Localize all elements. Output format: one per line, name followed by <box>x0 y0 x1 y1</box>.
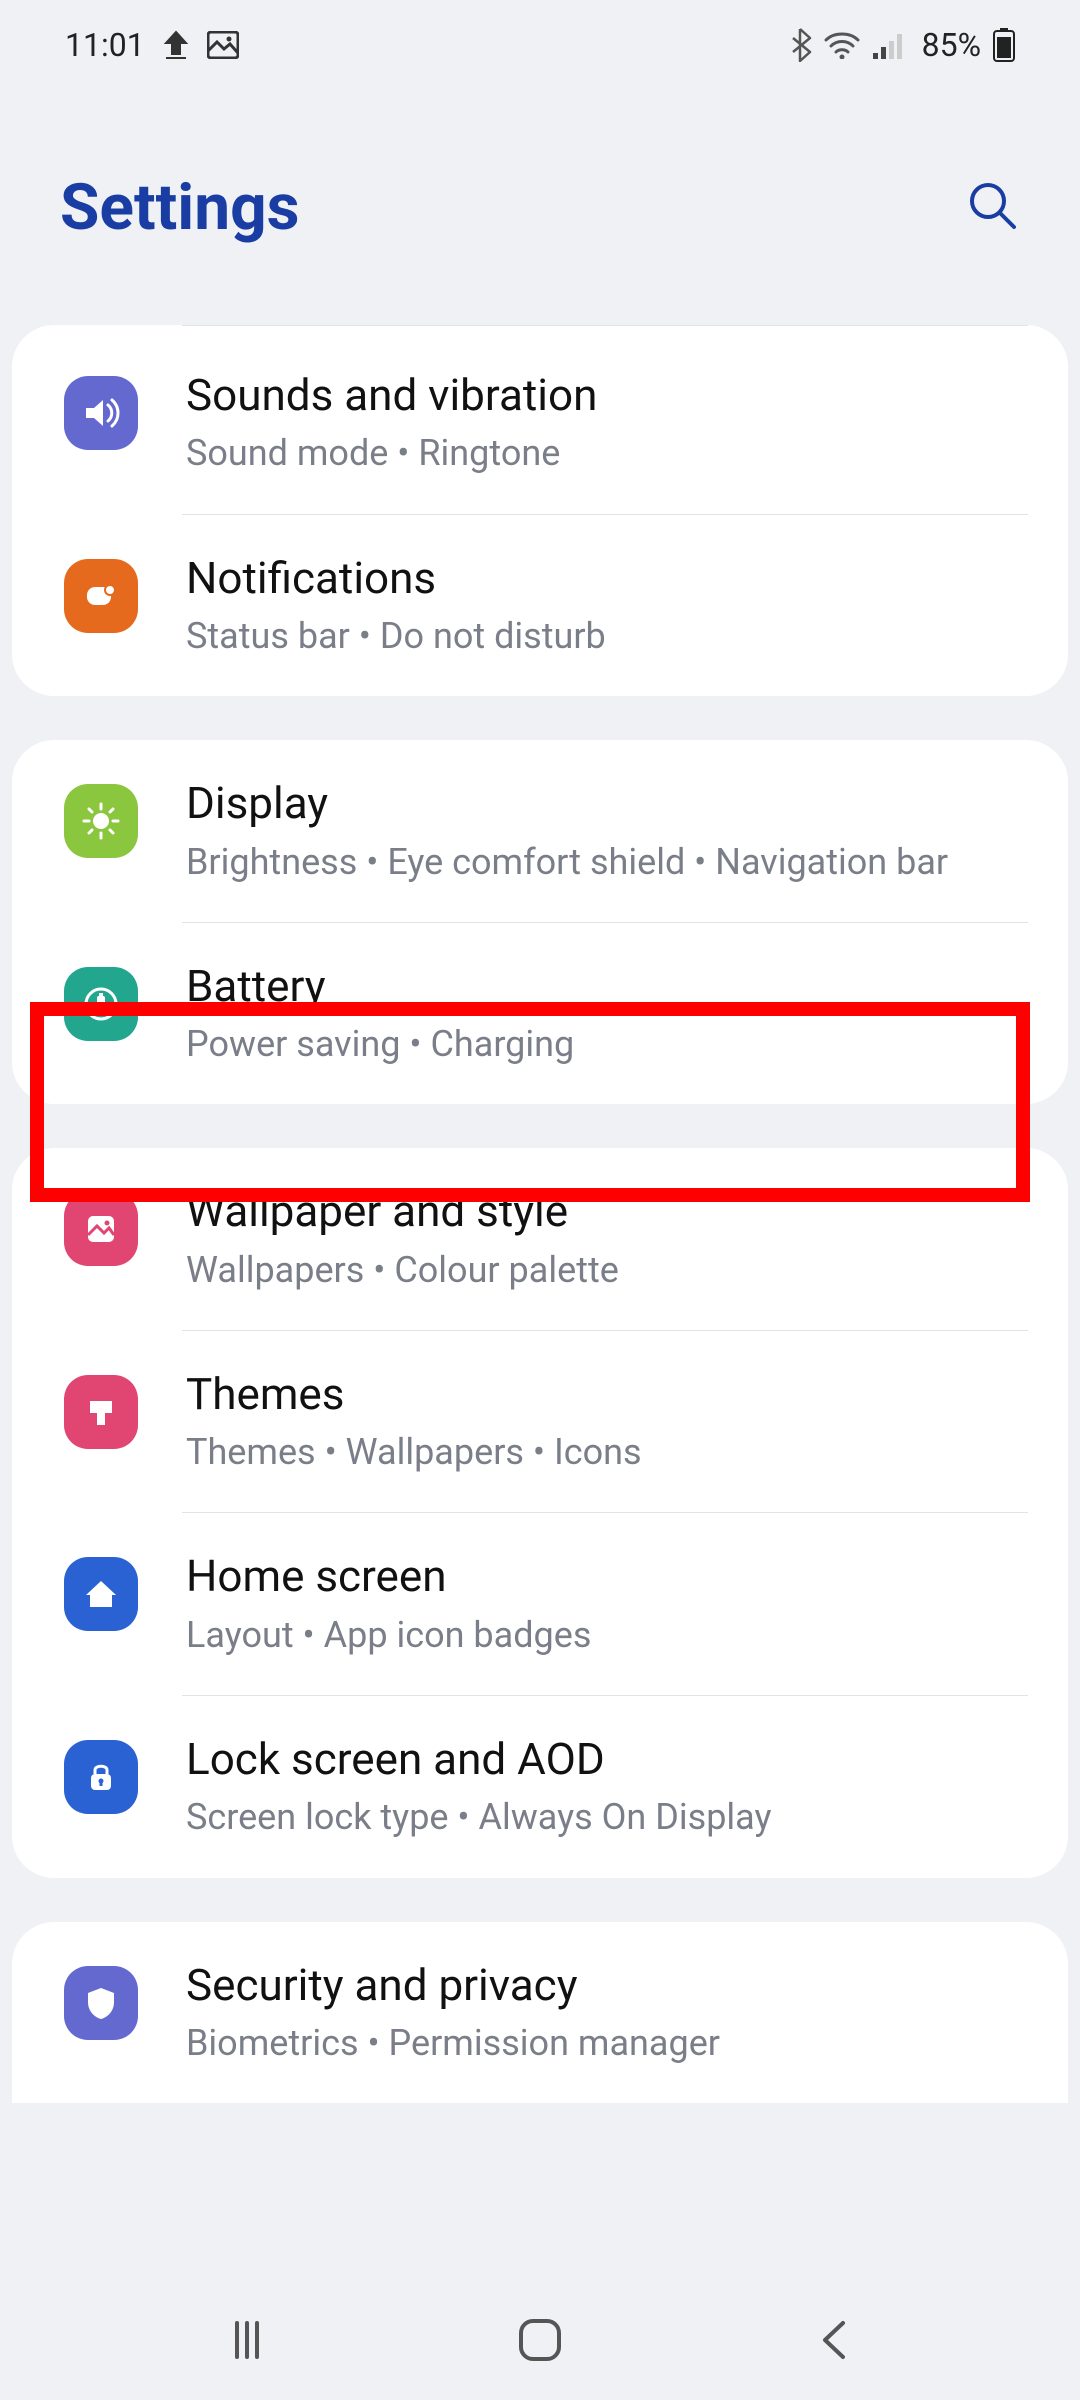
row-subtitle: Layout • App icon badges <box>186 1609 1028 1661</box>
row-body: Security and privacy Biometrics • Permis… <box>186 1956 1068 2070</box>
signal-icon <box>872 31 904 59</box>
header: Settings <box>0 90 1080 325</box>
row-subtitle: Status bar • Do not disturb <box>186 610 1028 662</box>
settings-item-sounds[interactable]: Sounds and vibration Sound mode • Ringto… <box>12 332 1068 514</box>
row-title: Wallpaper and style <box>186 1182 1028 1241</box>
row-body: Lock screen and AOD Screen lock type • A… <box>186 1730 1068 1844</box>
settings-item-lock-screen[interactable]: Lock screen and AOD Screen lock type • A… <box>12 1696 1068 1878</box>
settings-item-display[interactable]: Display Brightness • Eye comfort shield … <box>12 740 1068 922</box>
display-icon <box>64 784 138 858</box>
sound-icon <box>64 376 138 450</box>
settings-item-security[interactable]: Security and privacy Biometrics • Permis… <box>12 1922 1068 2104</box>
settings-group: Display Brightness • Eye comfort shield … <box>12 740 1068 1104</box>
row-body: Themes Themes • Wallpapers • Icons <box>186 1365 1068 1479</box>
wallpaper-icon <box>64 1192 138 1266</box>
row-body: Display Brightness • Eye comfort shield … <box>186 774 1068 888</box>
navigation-bar <box>0 2280 1080 2400</box>
home-icon <box>64 1557 138 1631</box>
row-body: Sounds and vibration Sound mode • Ringto… <box>186 366 1068 480</box>
settings-group: Wallpaper and style Wallpapers • Colour … <box>12 1148 1068 1877</box>
status-time: 11:01 <box>65 26 145 64</box>
settings-item-home-screen[interactable]: Home screen Layout • App icon badges <box>12 1513 1068 1695</box>
settings-item-themes[interactable]: Themes Themes • Wallpapers • Icons <box>12 1331 1068 1513</box>
page-title: Settings <box>60 170 300 245</box>
nav-back-button[interactable] <box>783 2313 883 2367</box>
row-title: Home screen <box>186 1547 1028 1606</box>
row-subtitle: Power saving • Charging <box>186 1018 1028 1070</box>
row-title: Themes <box>186 1365 1028 1424</box>
settings-item-notifications[interactable]: Notifications Status bar • Do not distur… <box>12 515 1068 697</box>
row-subtitle: Themes • Wallpapers • Icons <box>186 1426 1028 1478</box>
row-title: Security and privacy <box>186 1956 1028 2015</box>
row-body: Home screen Layout • App icon badges <box>186 1547 1068 1661</box>
wifi-icon <box>824 31 860 59</box>
nav-recents-button[interactable] <box>197 2315 297 2365</box>
row-title: Battery <box>186 957 1028 1016</box>
shield-icon <box>64 1966 138 2040</box>
settings-item-battery[interactable]: Battery Power saving • Charging <box>12 923 1068 1105</box>
battery-settings-icon <box>64 967 138 1041</box>
row-body: Notifications Status bar • Do not distur… <box>186 549 1068 663</box>
row-title: Notifications <box>186 549 1028 608</box>
row-subtitle: Screen lock type • Always On Display <box>186 1791 1028 1843</box>
nav-home-button[interactable] <box>490 2313 590 2367</box>
settings-group: Sounds and vibration Sound mode • Ringto… <box>12 325 1068 696</box>
row-subtitle: Sound mode • Ringtone <box>186 427 1028 479</box>
gallery-icon <box>207 31 239 59</box>
lock-icon <box>64 1740 138 1814</box>
status-right: 85% <box>788 26 1015 64</box>
settings-item-wallpaper[interactable]: Wallpaper and style Wallpapers • Colour … <box>12 1148 1068 1330</box>
row-body: Wallpaper and style Wallpapers • Colour … <box>186 1182 1068 1296</box>
settings-group: Security and privacy Biometrics • Permis… <box>12 1922 1068 2104</box>
row-subtitle: Wallpapers • Colour palette <box>186 1244 1028 1296</box>
row-subtitle: Biometrics • Permission manager <box>186 2017 1028 2069</box>
row-body: Battery Power saving • Charging <box>186 957 1068 1071</box>
search-button[interactable] <box>966 179 1020 237</box>
row-title: Lock screen and AOD <box>186 1730 1028 1789</box>
notifications-icon <box>64 559 138 633</box>
themes-icon <box>64 1375 138 1449</box>
status-battery-percent: 85% <box>922 26 981 64</box>
upload-icon <box>163 30 189 60</box>
row-subtitle: Brightness • Eye comfort shield • Naviga… <box>186 836 1028 888</box>
status-bar: 11:01 85% <box>0 0 1080 90</box>
battery-icon <box>993 28 1015 62</box>
status-left: 11:01 <box>65 26 239 64</box>
row-title: Display <box>186 774 1028 833</box>
bluetooth-icon <box>788 28 812 62</box>
row-title: Sounds and vibration <box>186 366 1028 425</box>
